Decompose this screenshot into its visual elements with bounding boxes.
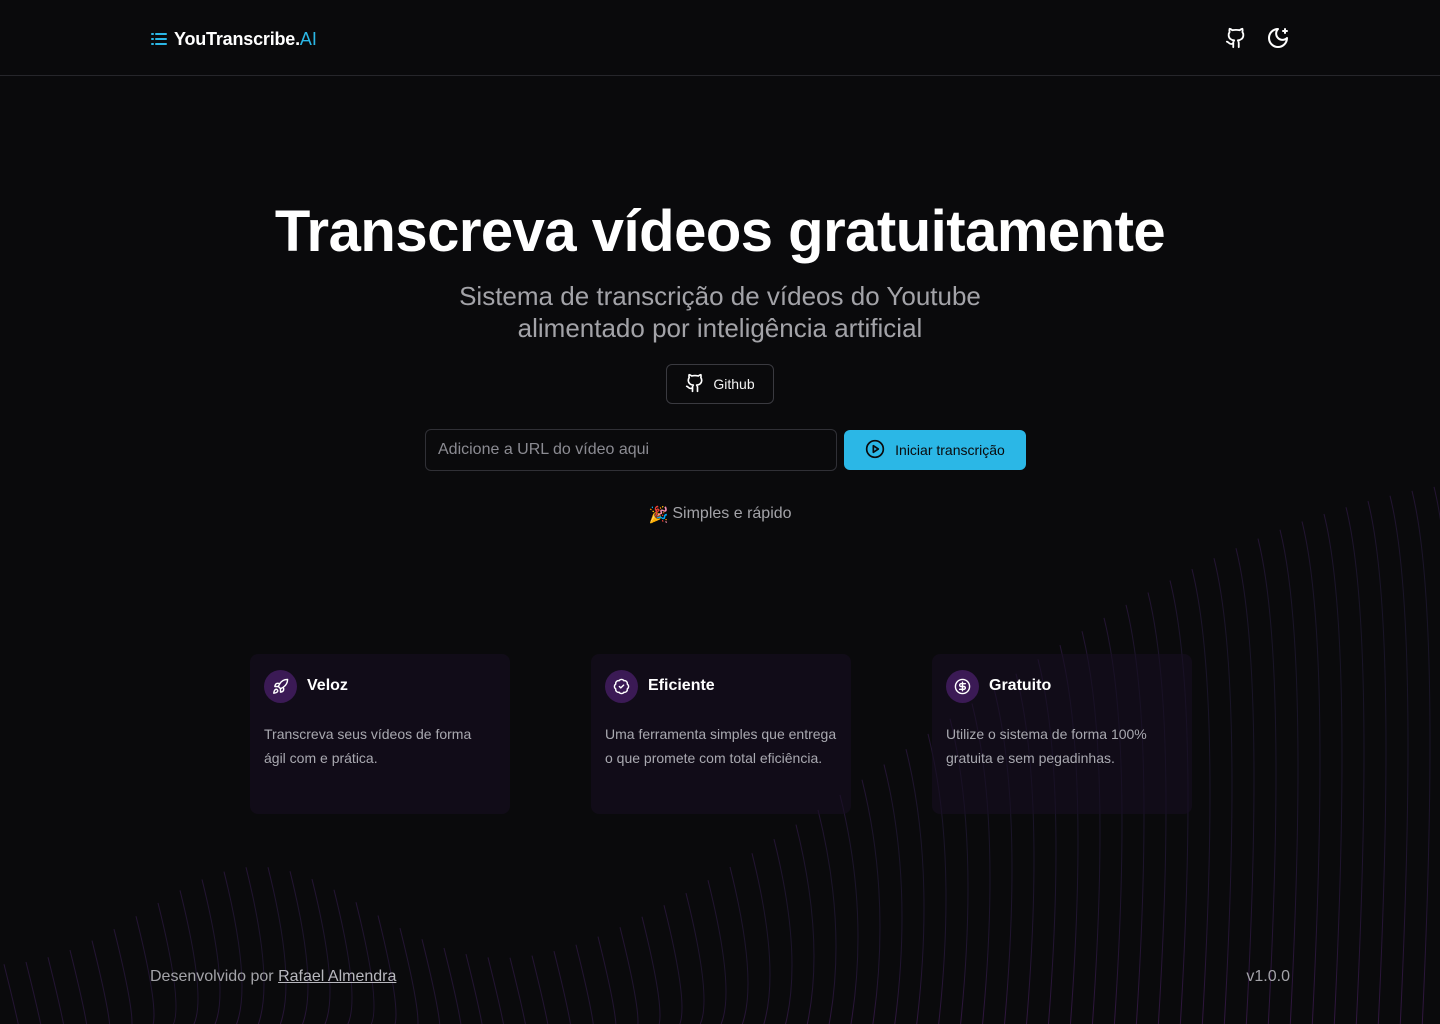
wave-line [619, 927, 639, 1024]
logo-accent: AI [299, 28, 317, 49]
wave-line [1235, 548, 1255, 1024]
wave-line [553, 950, 571, 1024]
wave-line [707, 880, 727, 1024]
logo[interactable]: YouTranscribe.AI [150, 26, 317, 52]
wave-line [1367, 500, 1387, 1024]
wave-line [1301, 521, 1321, 1024]
wave-line [1433, 486, 1440, 521]
wave-line [91, 940, 111, 1024]
wave-line [1213, 558, 1233, 1024]
wave-line [773, 838, 793, 1024]
feature-description: Utilize o sistema de forma 100% gratuita… [946, 726, 1147, 766]
wave-line [487, 957, 504, 1024]
wave-line [729, 866, 749, 1024]
wave-line [421, 939, 441, 1024]
wave-line [641, 916, 661, 1024]
wave-line [1191, 568, 1211, 1024]
footer-credit-prefix: Desenvolvido por [150, 968, 274, 985]
wave-line [157, 902, 177, 1024]
wave-line [333, 889, 353, 1024]
wave-line [355, 902, 375, 1024]
wave-line [465, 953, 483, 1024]
wave-line [289, 871, 309, 1024]
wave-line [69, 949, 88, 1024]
wave-line [245, 867, 265, 1024]
wave-line [817, 809, 837, 1024]
badge-check-icon [605, 669, 638, 703]
wave-line [1257, 538, 1277, 1024]
wave-line [267, 867, 287, 1024]
moon-icon[interactable] [1266, 26, 1290, 50]
tagline-text: Simples e rápido [672, 505, 792, 522]
wave-line [883, 764, 903, 1024]
feature-title: Eficiente [648, 677, 715, 694]
github-icon [685, 373, 705, 396]
wave-line [575, 944, 594, 1024]
wave-line [223, 871, 243, 1024]
wave-line [597, 936, 617, 1024]
feature-card-gratuito: Gratuito Utilize o sistema de forma 100%… [932, 654, 1192, 814]
wave-line [685, 892, 705, 1024]
github-button[interactable]: Github [666, 364, 774, 404]
wave-line [113, 928, 133, 1024]
feature-title: Gratuito [989, 677, 1052, 694]
wave-line [25, 961, 42, 1024]
start-transcription-label: Iniciar transcrição [895, 442, 1005, 458]
wave-line [179, 890, 199, 1024]
wave-line [509, 957, 526, 1024]
tagline: 🎉 Simples e rápido [0, 505, 1440, 525]
wave-line [1323, 513, 1343, 1024]
wave-line [311, 878, 331, 1024]
wave-line [663, 905, 683, 1024]
feature-description: Uma ferramenta simples que entrega o que… [605, 726, 837, 766]
author-link[interactable]: Rafael Almendra [278, 968, 396, 985]
wave-line [3, 964, 19, 1024]
wave-line [1279, 529, 1299, 1024]
wave-line [1411, 490, 1431, 1024]
dollar-circle-icon [946, 669, 979, 703]
github-button-label: Github [713, 376, 755, 392]
top-navbar: YouTranscribe.AI [0, 0, 1440, 76]
wave-line [201, 879, 221, 1024]
feature-title: Veloz [307, 677, 348, 694]
wave-line [1389, 495, 1409, 1024]
video-url-input[interactable] [425, 429, 837, 471]
feature-card-veloz: Veloz Transcreva seus vídeos de forma ág… [250, 654, 510, 814]
party-popper-icon: 🎉 [648, 507, 669, 524]
start-transcription-button[interactable]: Iniciar transcrição [844, 430, 1026, 470]
page-title: Transcreva vídeos gratuitamente [274, 199, 1166, 264]
github-icon[interactable] [1224, 26, 1248, 50]
feature-card-eficiente: Eficiente Uma ferramenta simples que ent… [591, 654, 851, 814]
wave-line [839, 794, 859, 1024]
page-subtitle: Sistema de transcrição de vídeos do Yout… [459, 281, 981, 343]
rocket-icon [264, 669, 297, 703]
version-label: v1.0.0 [1246, 968, 1290, 985]
menu-lines-icon [150, 30, 168, 48]
wave-line [399, 927, 419, 1024]
wave-line [531, 955, 549, 1024]
wave-line [1345, 507, 1365, 1024]
wave-line [861, 779, 881, 1024]
feature-description: Transcreva seus vídeos de forma ágil com… [264, 726, 472, 766]
wave-line [905, 749, 925, 1024]
wave-line [47, 957, 64, 1024]
wave-line [751, 853, 771, 1024]
play-circle-icon [865, 439, 885, 462]
wave-line [443, 947, 462, 1024]
logo-text: YouTranscribe. [174, 28, 300, 49]
footer-credit: Desenvolvido por Rafael Almendra [150, 968, 396, 986]
wave-line [795, 824, 815, 1024]
